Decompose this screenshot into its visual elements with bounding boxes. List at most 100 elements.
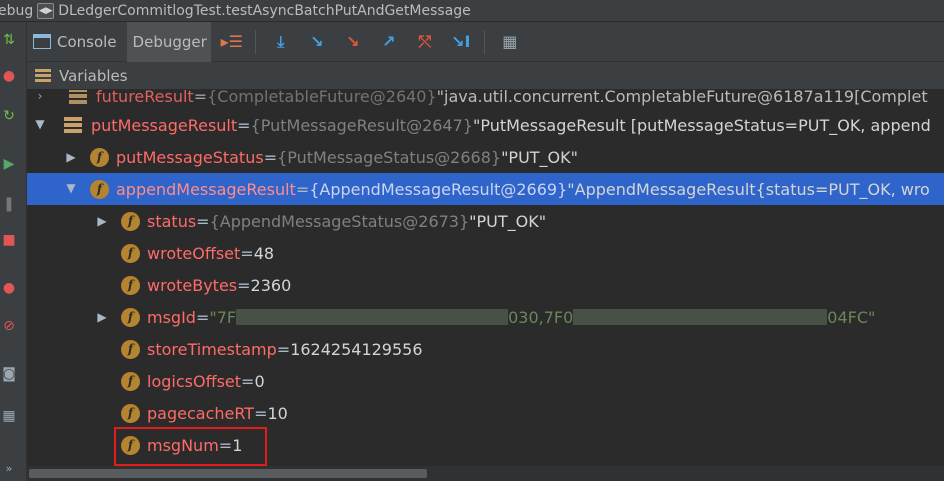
tree-row-storeTimestamp[interactable]: f storeTimestamp = 1624254129556 [27, 333, 944, 365]
tab-debugger-label: Debugger [132, 32, 207, 51]
equals-sign: = [254, 403, 268, 423]
field-icon: f [121, 275, 140, 295]
drop-frame-icon[interactable]: ⤲ [414, 31, 436, 53]
tree-row-msgId[interactable]: ▶ f msgId = "7F 030,7F0 04FC" [27, 301, 944, 333]
collapse-arrow-icon[interactable]: ▼ [64, 181, 78, 195]
variable-type: {AppendMessageStatus@2673} [209, 211, 470, 231]
equals-sign: = [237, 115, 251, 135]
field-icon: f [121, 435, 140, 455]
variable-name: wroteOffset [147, 243, 241, 263]
run-to-cursor-icon[interactable]: ↘I [450, 31, 472, 53]
get-thread-dump-icon[interactable]: ◙ [0, 364, 18, 384]
run-config-icon[interactable]: ◀▶ [37, 2, 55, 19]
variable-name: logicsOffset [147, 371, 242, 391]
expand-arrow-icon[interactable]: ▶ [95, 310, 109, 324]
variable-value: "java.util.concurrent.CompletableFuture@… [436, 90, 928, 106]
variable-value-start: "7F [209, 307, 237, 327]
variable-value-mid: 030,7F0 [508, 307, 574, 327]
equals-sign: = [263, 147, 278, 167]
equals-sign: = [240, 243, 254, 263]
restart-icon[interactable]: ↻ [0, 106, 18, 126]
variable-value: "AppendMessageResult{status=PUT_OK, wro [567, 179, 930, 199]
expand-arrow-icon[interactable]: ▶ [64, 150, 78, 164]
variable-value-end: 04FC" [827, 307, 876, 327]
tree-row-msgNum[interactable]: f msgNum = 1 [27, 429, 944, 461]
equals-sign: = [295, 179, 310, 199]
tree-row-wroteBytes[interactable]: f wroteBytes = 2360 [27, 269, 944, 301]
toolbar-separator [483, 29, 485, 54]
console-icon [33, 34, 51, 49]
field-icon: f [121, 371, 140, 391]
rerun-icon[interactable]: ⇅ [0, 30, 18, 50]
field-icon: f [121, 211, 140, 231]
equals-sign: = [196, 211, 210, 231]
variable-value: 0 [254, 371, 265, 391]
field-icon: f [121, 403, 140, 423]
field-icon: f [90, 147, 109, 167]
tab-console-label: Console [57, 32, 117, 51]
field-icon: f [121, 307, 140, 327]
equals-sign: = [193, 90, 208, 106]
view-breakpoints-icon[interactable]: ● [0, 278, 18, 298]
variable-name: futureResult [96, 90, 194, 106]
title-bar: ebug ◀▶ DLedgerCommitlogTest.testAsyncBa… [0, 0, 944, 22]
run-config-name[interactable]: DLedgerCommitlogTest.testAsyncBatchPutAn… [58, 3, 471, 19]
variable-value: 2360 [250, 275, 292, 295]
variable-value: 1624254129556 [290, 339, 423, 359]
equals-sign: = [218, 435, 233, 455]
tree-row-logicsOffset[interactable]: f logicsOffset = 0 [27, 365, 944, 397]
variable-name: wroteBytes [147, 275, 238, 295]
variables-tree[interactable]: › futureResult = {CompletableFuture@2640… [27, 90, 944, 466]
variable-type: {AppendMessageResult@2669} [309, 179, 568, 199]
more-icon[interactable]: » [0, 458, 18, 478]
variables-title: Variables [59, 66, 128, 85]
variable-name: putMessageResult [91, 115, 238, 135]
field-icon: f [121, 243, 140, 263]
variable-value: "PUT_OK" [469, 211, 547, 231]
tree-row-status[interactable]: ▶ f status = {AppendMessageStatus@2673} … [27, 205, 944, 237]
tree-row-putMessageResult[interactable]: ▼ putMessageResult = {PutMessageResult@2… [27, 109, 944, 141]
show-execution-point-icon[interactable]: ⤓ [270, 31, 292, 53]
pause-icon[interactable]: ❚ [0, 194, 18, 214]
force-step-into-icon[interactable]: ↗ [378, 31, 400, 53]
field-icon: f [121, 339, 140, 359]
stop-icon[interactable]: ■ [0, 230, 18, 250]
tree-row-wroteOffset[interactable]: f wroteOffset = 48 [27, 237, 944, 269]
evaluate-expression-icon[interactable]: ▦ [499, 31, 521, 53]
variable-name: storeTimestamp [147, 339, 277, 359]
tree-row-putMessageStatus[interactable]: ▶ f putMessageStatus = {PutMessageStatus… [27, 141, 944, 173]
debug-label: ebug [0, 2, 34, 19]
variable-name: status [147, 211, 197, 231]
exception-breakpoint-icon[interactable]: ● [0, 66, 18, 86]
debug-tool-window-tabs: Console Debugger ▸☰ ⤓ ↘ ↘ ↗ ⤲ ↘I ▦ [27, 21, 944, 62]
equals-sign: = [241, 371, 255, 391]
variable-type: {PutMessageResult@2647} [250, 115, 473, 135]
tab-console[interactable]: Console [27, 22, 123, 62]
variable-type: {PutMessageStatus@2668} [277, 147, 502, 167]
tree-row-pagecacheRT[interactable]: f pagecacheRT = 10 [27, 397, 944, 429]
equals-sign: = [195, 307, 210, 327]
variable-name: appendMessageResult [116, 179, 296, 199]
tab-debugger[interactable]: Debugger [126, 21, 211, 62]
field-icon: f [90, 179, 109, 199]
variables-panel-header: Variables [27, 62, 944, 90]
collapse-arrow-icon[interactable]: ▼ [33, 117, 47, 131]
redacted-block [573, 309, 828, 325]
settings-icon[interactable]: ▦ [0, 406, 18, 426]
restore-layout-icon[interactable]: ▸☰ [221, 31, 243, 53]
variable-name: msgNum [147, 435, 219, 455]
scrollbar-thumb[interactable] [29, 469, 427, 478]
expand-arrow-icon[interactable]: ▶ [95, 214, 109, 228]
equals-sign: = [237, 275, 251, 295]
tree-row-appendMessageResult[interactable]: ▼ f appendMessageResult = {AppendMessage… [27, 173, 944, 205]
resume-icon[interactable]: ▶ [0, 154, 18, 174]
toolbar-separator [254, 29, 256, 54]
mute-breakpoints-icon[interactable]: ⊘ [0, 316, 18, 336]
equals-sign: = [276, 339, 291, 359]
expand-arrow-icon[interactable]: › [33, 90, 47, 103]
horizontal-scrollbar[interactable] [27, 466, 944, 481]
variable-value: 48 [253, 243, 275, 263]
step-into-icon[interactable]: ↘ [342, 31, 364, 53]
left-debug-toolbar: ⇅ ● ↻ ▶ ❚ ■ ● ⊘ ◙ ▦ » [0, 22, 27, 481]
step-over-icon[interactable]: ↘ [306, 31, 328, 53]
